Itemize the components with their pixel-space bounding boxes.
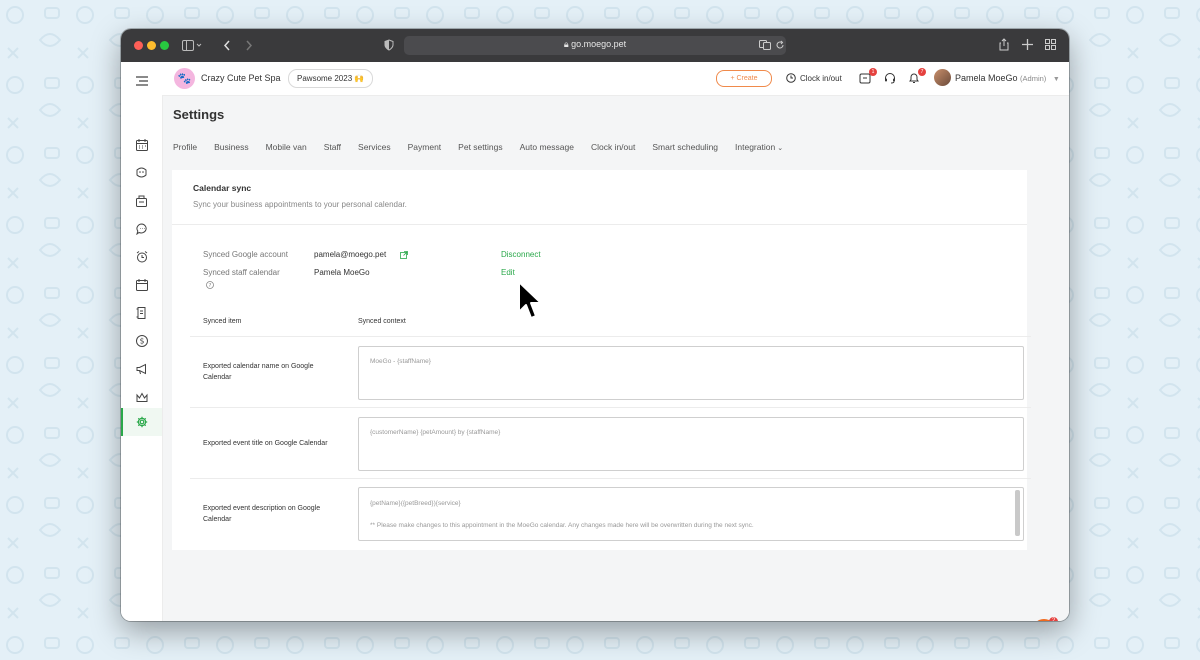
field-text: {customerName} {petAmount} by {staffName… [370, 429, 501, 436]
marketing-icon[interactable] [121, 355, 162, 383]
browser-window: 🔒︎ go.moego.pet $ 🐾 Crazy Cute Pet Spa P… [121, 29, 1069, 621]
tab-staff[interactable]: Staff [324, 142, 341, 152]
forward-icon[interactable] [245, 40, 253, 51]
tab-smart-scheduling[interactable]: Smart scheduling [652, 142, 718, 152]
external-link-icon[interactable] [400, 251, 408, 259]
svg-text:$: $ [139, 337, 144, 346]
notifications-button[interactable]: 7 [908, 68, 926, 85]
reload-icon[interactable] [775, 40, 785, 50]
user-avatar[interactable] [934, 69, 951, 86]
main-content: Settings Profile Business Mobile van Sta… [162, 95, 1069, 621]
help-icon[interactable]: ? [206, 281, 214, 289]
settings-tabs: Profile Business Mobile van Staff Servic… [173, 142, 800, 152]
shop-icon[interactable] [121, 187, 162, 215]
user-role: (Admin) [1020, 74, 1047, 83]
sidebar: $ [121, 62, 163, 621]
card-subtitle: Sync your business appointments to your … [193, 200, 407, 209]
support-button[interactable] [884, 71, 898, 85]
notifications-badge: 7 [918, 68, 926, 76]
address-bar[interactable]: 🔒︎ go.moego.pet [404, 36, 786, 55]
back-icon[interactable] [223, 40, 231, 51]
tab-mobile-van[interactable]: Mobile van [266, 142, 307, 152]
inbox-button[interactable]: 1 [859, 68, 877, 85]
mouse-cursor [518, 281, 542, 319]
minimize-window-button[interactable] [147, 41, 156, 50]
create-button[interactable]: + Create [716, 70, 772, 87]
tab-pet-settings[interactable]: Pet settings [458, 142, 502, 152]
url-value: go.moego.pet [571, 39, 627, 49]
card-title: Calendar sync [193, 183, 252, 193]
tab-integration[interactable]: Integration ⌄ [735, 142, 783, 152]
field-text: MoeGo - {staffName} [370, 358, 431, 365]
chevron-down-icon: ⌄ [777, 145, 784, 152]
tab-auto-message[interactable]: Auto message [520, 142, 574, 152]
tab-profile[interactable]: Profile [173, 142, 197, 152]
payment-icon[interactable]: $ [121, 327, 162, 355]
message-icon[interactable] [121, 215, 162, 243]
business-avatar[interactable]: 🐾 [174, 68, 195, 89]
disconnect-link[interactable]: Disconnect [501, 250, 541, 259]
calendar-sync-card: Calendar sync Sync your business appoint… [172, 170, 1031, 550]
crown-icon[interactable] [121, 383, 162, 411]
tab-business[interactable]: Business [214, 142, 249, 152]
divider [190, 407, 1031, 408]
new-tab-icon[interactable] [1022, 39, 1033, 50]
row-label: Exported event description on Google Cal… [203, 505, 321, 523]
col-synced-item: Synced item [203, 318, 242, 325]
tab-overview-icon[interactable] [1045, 39, 1056, 50]
alarm-icon[interactable] [121, 243, 162, 271]
pet-icon[interactable] [121, 159, 162, 187]
edit-link[interactable]: Edit [501, 268, 515, 277]
user-name: Pamela MoeGo [955, 73, 1018, 83]
col-synced-context: Synced context [358, 318, 406, 325]
inbox-badge: 1 [869, 68, 877, 76]
translate-icon[interactable] [759, 40, 771, 50]
field-text: ** Please make changes to this appointme… [370, 522, 754, 529]
tab-clock-in-out[interactable]: Clock in/out [591, 142, 635, 152]
event-title-field[interactable]: {customerName} {petAmount} by {staffName… [358, 417, 1024, 471]
share-icon[interactable] [999, 38, 1009, 51]
page-title: Settings [173, 107, 225, 122]
clock-label: Clock in/out [800, 73, 842, 83]
headset-icon [885, 73, 895, 84]
calendar-name-field[interactable]: MoeGo - {staffName} [358, 346, 1024, 400]
clock-icon [786, 73, 796, 83]
top-bar: 🐾 Crazy Cute Pet Spa Pawsome 2023 🙌 + Cr… [162, 62, 1069, 96]
field-text: {petName}({petBreed}){service} [370, 500, 461, 507]
divider [172, 224, 1027, 225]
event-description-field[interactable]: {petName}({petBreed}){service} ** Please… [358, 487, 1024, 541]
divider [190, 478, 1031, 479]
tab-payment[interactable]: Payment [408, 142, 442, 152]
calendar-icon[interactable] [121, 131, 162, 159]
schedule-icon[interactable] [121, 271, 162, 299]
staff-calendar-value: Pamela MoeGo [314, 268, 370, 277]
google-account-value: pamela@moego.pet [314, 250, 387, 259]
user-menu[interactable]: Pamela MoeGo (Admin) ▼ [955, 73, 1060, 83]
tab-services[interactable]: Services [358, 142, 391, 152]
chat-badge: 2 [1049, 617, 1058, 621]
url-text: 🔒︎ go.moego.pet [563, 39, 627, 49]
divider [190, 336, 1031, 337]
row-label: Exported event title on Google Calendar [203, 440, 328, 447]
google-account-label: Synced Google account [203, 250, 288, 259]
business-pill[interactable]: Pawsome 2023 🙌 [288, 69, 374, 88]
tab-integration-label: Integration [735, 142, 776, 152]
browser-chrome: 🔒︎ go.moego.pet [121, 29, 1069, 63]
menu-icon[interactable] [121, 67, 162, 95]
maximize-window-button[interactable] [160, 41, 169, 50]
shield-icon[interactable] [384, 39, 394, 51]
scrollbar[interactable] [1015, 490, 1020, 536]
report-icon[interactable] [121, 299, 162, 327]
close-window-button[interactable] [134, 41, 143, 50]
sidebar-toggle-icon[interactable] [182, 40, 202, 51]
clock-in-out-button[interactable]: Clock in/out [786, 73, 842, 83]
staff-calendar-label: Synced staff calendar [203, 268, 280, 277]
business-name[interactable]: Crazy Cute Pet Spa [201, 73, 281, 83]
svg-text:?: ? [209, 283, 212, 289]
chevron-down-icon: ▼ [1052, 76, 1060, 83]
row-label: Exported calendar name on Google Calenda… [203, 363, 314, 381]
app: $ 🐾 Crazy Cute Pet Spa Pawsome 2023 🙌 + … [121, 62, 1069, 621]
settings-icon[interactable] [121, 408, 162, 436]
